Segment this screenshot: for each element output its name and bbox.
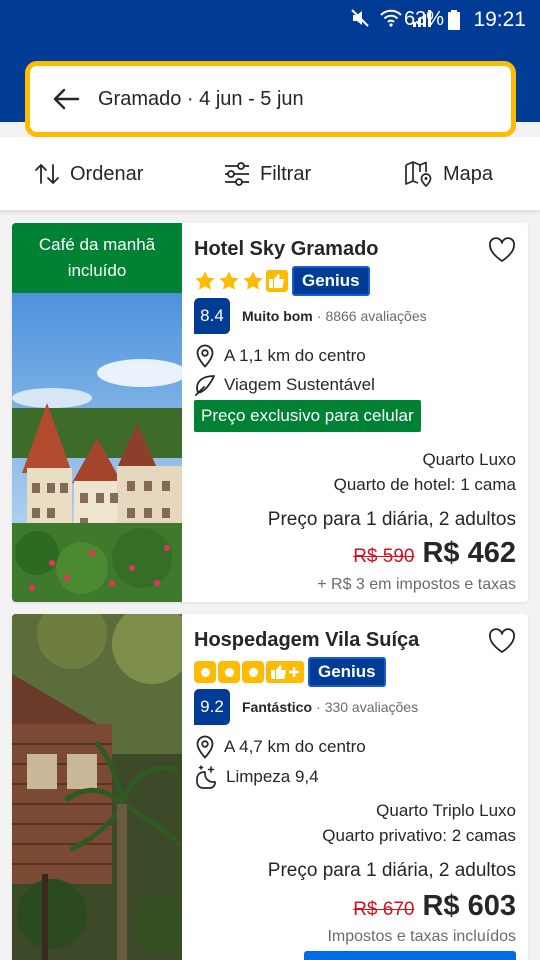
separator-dot: · [316, 308, 322, 324]
hotel-name[interactable]: Hotel Sky Gramado [194, 238, 379, 261]
genius-badge: Genius [292, 266, 370, 296]
location-pin-icon [196, 344, 214, 368]
mute-icon [351, 9, 369, 27]
sparkle-clean-icon [196, 765, 216, 789]
status-bar: 63% 19:21 [0, 0, 540, 40]
star-rating: Genius [194, 266, 370, 296]
star-icon [243, 271, 263, 290]
square-rating: Genius [194, 657, 386, 687]
sustainable-text: Viagem Sustentável [224, 375, 375, 394]
heart-icon[interactable] [488, 237, 516, 263]
price-row: R$ 590 R$ 462 [353, 537, 516, 570]
search-query[interactable]: Gramado · 4 jun - 5 jun [98, 88, 304, 111]
battery-icon [448, 10, 460, 30]
original-price: R$ 670 [353, 899, 415, 920]
hotel-name[interactable]: Hospedagem Vila Suíça [194, 629, 419, 652]
map-icon [405, 161, 432, 187]
distance-row: A 1,1 km do centro [194, 344, 366, 368]
wifi-icon [380, 9, 402, 27]
star-icon [219, 271, 239, 290]
score-label: Fantástico [242, 699, 313, 715]
price-description: Preço para 1 diária, 2 adultos [267, 860, 516, 881]
current-price: R$ 462 [422, 537, 516, 569]
taxes-note: Impostos e taxas incluídos [327, 928, 516, 945]
battery-percent: 63% [403, 8, 444, 30]
arrow-left-icon [53, 88, 80, 110]
distance-row: A 4,7 km do centro [194, 735, 366, 759]
see-availability-button[interactable] [304, 951, 516, 960]
heart-icon[interactable] [488, 628, 516, 654]
price-description: Preço para 1 diária, 2 adultos [267, 509, 516, 530]
results-toolbar: Ordenar Filtrar Mapa [0, 137, 540, 211]
room-type: Quarto Triplo Luxo [376, 801, 516, 820]
review-count: 330 avaliações [324, 699, 419, 715]
hotel-photo[interactable] [12, 614, 182, 960]
map-label: Mapa [443, 162, 494, 185]
review-score: 8.4 [194, 298, 230, 334]
back-button[interactable] [36, 66, 96, 132]
sort-label: Ordenar [70, 162, 144, 185]
original-price: R$ 590 [353, 546, 415, 567]
location-pin-icon [196, 735, 214, 759]
distance-text: A 4,7 km do centro [224, 737, 366, 756]
score-label: Muito bom [242, 308, 313, 324]
price-row: R$ 670 R$ 603 [353, 890, 516, 923]
room-type: Quarto Luxo [422, 450, 516, 469]
hotel-info: Hotel Sky Gramado Genius 8.4 Muito bom ·… [194, 223, 516, 602]
review-score: 9.2 [194, 689, 230, 725]
rating-square-icon [242, 661, 264, 683]
hotel-card[interactable]: Hospedagem Vila Suíça Genius 9.2 Fantást… [12, 614, 528, 960]
separator-dot: · [316, 699, 321, 715]
filter-button[interactable]: Filtrar [224, 137, 311, 211]
sort-arrows-icon [35, 164, 59, 184]
review-count: 8866 avaliações [325, 308, 427, 324]
genius-badge: Genius [308, 657, 386, 687]
sustainable-row: Viagem Sustentável [194, 374, 375, 396]
map-button[interactable]: Mapa [405, 137, 493, 211]
thumbs-up-plus-icon [266, 661, 304, 683]
leaf-icon [195, 375, 215, 396]
room-detail: Quarto privativo: 2 camas [322, 826, 516, 845]
review-score-row: 8.4 Muito bom · 8866 avaliações [194, 298, 427, 334]
search-box[interactable]: Gramado · 4 jun - 5 jun [25, 61, 516, 137]
taxes-note: + R$ 3 em impostos e taxas [317, 576, 516, 593]
breakfast-badge: Café da manhã incluído [12, 223, 182, 293]
sort-button[interactable]: Ordenar [34, 137, 143, 211]
hotel-info: Hospedagem Vila Suíça Genius 9.2 Fantást… [194, 614, 516, 960]
mobile-deal-badge: Preço exclusivo para celular [194, 400, 421, 432]
hotel-card[interactable]: Café da manhã incluído Hotel Sky Gramado… [12, 223, 528, 602]
room-detail: Quarto de hotel: 1 cama [333, 475, 516, 494]
star-icon [195, 271, 215, 290]
current-price: R$ 603 [422, 890, 516, 922]
distance-text: A 1,1 km do centro [224, 346, 366, 365]
rating-square-icon [194, 661, 216, 683]
filter-label: Filtrar [260, 162, 312, 185]
sliders-icon [225, 162, 249, 186]
review-score-row: 9.2 Fantástico · 330 avaliações [194, 689, 418, 725]
clock: 19:21 [473, 8, 526, 31]
rating-square-icon [218, 661, 240, 683]
cleanliness-text: Limpeza 9,4 [226, 767, 319, 786]
cleanliness-row: Limpeza 9,4 [194, 765, 319, 789]
thumbs-up-icon [266, 270, 288, 292]
